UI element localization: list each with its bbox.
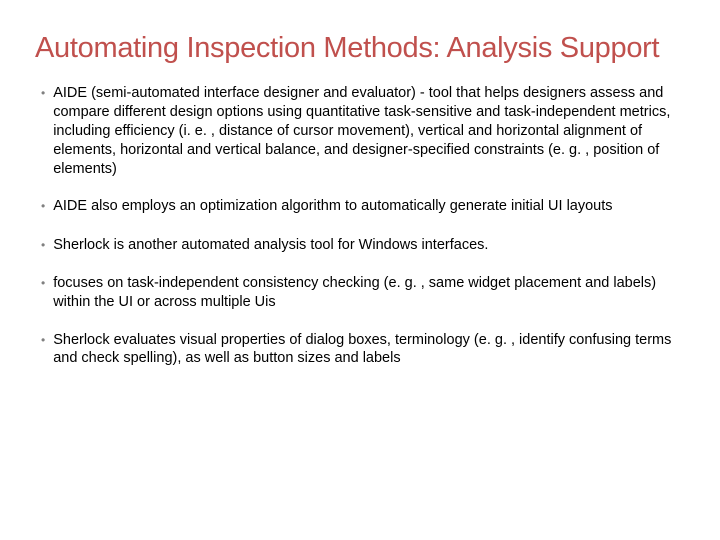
bullet-icon: • [41, 197, 45, 216]
bullet-list: • AIDE (semi-automated interface designe… [35, 84, 680, 368]
bullet-text: focuses on task-independent consistency … [53, 274, 680, 312]
bullet-icon: • [41, 84, 45, 103]
slide-title: Automating Inspection Methods: Analysis … [35, 30, 680, 66]
list-item: • AIDE (semi-automated interface designe… [35, 84, 680, 178]
bullet-text: AIDE also employs an optimization algori… [53, 197, 680, 216]
list-item: • AIDE also employs an optimization algo… [35, 197, 680, 216]
bullet-icon: • [41, 331, 45, 350]
list-item: • Sherlock evaluates visual properties o… [35, 331, 680, 369]
bullet-icon: • [41, 274, 45, 293]
bullet-text: Sherlock evaluates visual properties of … [53, 331, 680, 369]
bullet-text: Sherlock is another automated analysis t… [53, 236, 680, 255]
list-item: • Sherlock is another automated analysis… [35, 236, 680, 255]
bullet-icon: • [41, 236, 45, 255]
bullet-text: AIDE (semi-automated interface designer … [53, 84, 680, 178]
list-item: • focuses on task-independent consistenc… [35, 274, 680, 312]
